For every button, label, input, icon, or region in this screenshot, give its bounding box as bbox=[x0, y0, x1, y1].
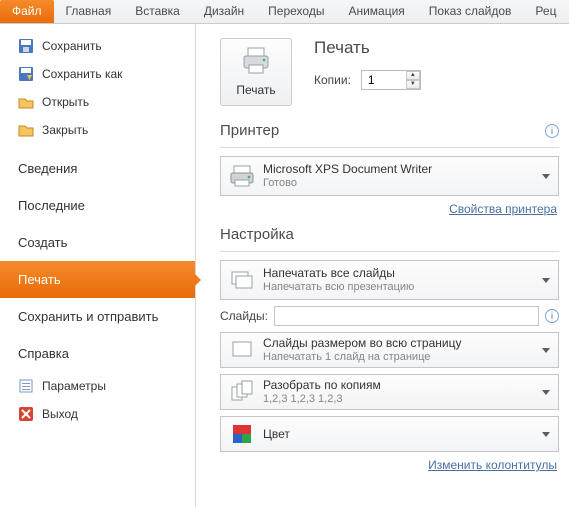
color-icon bbox=[229, 421, 255, 447]
print-button-label: Печать bbox=[227, 83, 285, 97]
backstage-save-as[interactable]: Сохранить как bbox=[0, 60, 195, 88]
layout-dropdown[interactable]: Слайды размером во всю страницу Напечата… bbox=[220, 332, 559, 368]
backstage-exit[interactable]: Выход bbox=[0, 400, 195, 428]
tab-home[interactable]: Главная bbox=[54, 0, 124, 23]
backstage-options-label: Параметры bbox=[42, 379, 106, 393]
printer-info-icon[interactable]: i bbox=[545, 124, 559, 138]
chevron-down-icon bbox=[542, 174, 550, 179]
collate-sub: 1,2,3 1,2,3 1,2,3 bbox=[263, 392, 381, 406]
print-button[interactable]: Печать bbox=[220, 38, 292, 106]
collate-title: Разобрать по копиям bbox=[263, 378, 381, 392]
tab-animations[interactable]: Анимация bbox=[336, 0, 416, 23]
exit-icon bbox=[18, 406, 34, 422]
edit-header-footer-link[interactable]: Изменить колонтитулы bbox=[428, 458, 557, 472]
print-what-dropdown[interactable]: Напечатать все слайды Напечатать всю пре… bbox=[220, 260, 559, 300]
tab-insert[interactable]: Вставка bbox=[123, 0, 192, 23]
printer-heading: Принтер bbox=[220, 122, 279, 139]
folder-open-icon bbox=[18, 94, 34, 110]
tab-review[interactable]: Рец bbox=[523, 0, 568, 23]
folder-close-icon bbox=[18, 122, 34, 138]
backstage-help[interactable]: Справка bbox=[0, 335, 195, 372]
chevron-down-icon bbox=[542, 390, 550, 395]
backstage-share[interactable]: Сохранить и отправить bbox=[0, 298, 195, 335]
printer-properties-link[interactable]: Свойства принтера bbox=[449, 202, 557, 216]
backstage-recent[interactable]: Последние bbox=[0, 187, 195, 224]
backstage-menu: Сохранить Сохранить как Открыть Закрыть … bbox=[0, 24, 196, 507]
backstage-close-label: Закрыть bbox=[42, 123, 88, 137]
tab-file[interactable]: Файл bbox=[0, 0, 54, 23]
printer-dropdown[interactable]: Microsoft XPS Document Writer Готово bbox=[220, 156, 559, 196]
layout-sub: Напечатать 1 слайд на странице bbox=[263, 350, 461, 364]
tab-transitions[interactable]: Переходы bbox=[256, 0, 336, 23]
layout-icon bbox=[229, 337, 255, 363]
collate-icon bbox=[229, 379, 255, 405]
chevron-down-icon bbox=[542, 348, 550, 353]
save-icon bbox=[18, 38, 34, 54]
tab-slideshow[interactable]: Показ слайдов bbox=[417, 0, 524, 23]
print-what-sub: Напечатать всю презентацию bbox=[263, 280, 414, 294]
copies-label: Копии: bbox=[314, 73, 351, 87]
options-icon bbox=[18, 378, 34, 394]
backstage-new[interactable]: Создать bbox=[0, 224, 195, 261]
slides-input[interactable] bbox=[274, 306, 539, 326]
printer-status: Готово bbox=[263, 176, 432, 190]
backstage-save-label: Сохранить bbox=[42, 39, 102, 53]
color-title: Цвет bbox=[263, 427, 290, 441]
collate-dropdown[interactable]: Разобрать по копиям 1,2,3 1,2,3 1,2,3 bbox=[220, 374, 559, 410]
color-dropdown[interactable]: Цвет bbox=[220, 416, 559, 452]
backstage-open[interactable]: Открыть bbox=[0, 88, 195, 116]
tab-design[interactable]: Дизайн bbox=[192, 0, 256, 23]
print-section-title: Печать bbox=[314, 38, 421, 58]
backstage-options[interactable]: Параметры bbox=[0, 372, 195, 400]
slides-label: Слайды: bbox=[220, 309, 268, 323]
backstage-close[interactable]: Закрыть bbox=[0, 116, 195, 144]
ribbon-tabs: Файл Главная Вставка Дизайн Переходы Ани… bbox=[0, 0, 569, 24]
print-what-title: Напечатать все слайды bbox=[263, 266, 414, 280]
slides-info-icon[interactable]: i bbox=[545, 309, 559, 323]
copies-up-icon[interactable]: ▲ bbox=[406, 71, 420, 80]
backstage-open-label: Открыть bbox=[42, 95, 89, 109]
printer-icon bbox=[227, 47, 285, 75]
backstage-save[interactable]: Сохранить bbox=[0, 32, 195, 60]
copies-down-icon[interactable]: ▼ bbox=[406, 80, 420, 89]
settings-heading: Настройка bbox=[220, 226, 294, 243]
backstage-print[interactable]: Печать bbox=[0, 261, 195, 298]
backstage-exit-label: Выход bbox=[42, 407, 78, 421]
backstage-info[interactable]: Сведения bbox=[0, 150, 195, 187]
printer-name: Microsoft XPS Document Writer bbox=[263, 162, 432, 176]
printer-device-icon bbox=[229, 163, 255, 189]
print-pane: Печать Печать Копии: ▲ ▼ Принтер bbox=[196, 24, 569, 507]
backstage-save-as-label: Сохранить как bbox=[42, 67, 122, 81]
slides-all-icon bbox=[229, 267, 255, 293]
save-as-icon bbox=[18, 66, 34, 82]
chevron-down-icon bbox=[542, 432, 550, 437]
chevron-down-icon bbox=[542, 278, 550, 283]
layout-title: Слайды размером во всю страницу bbox=[263, 336, 461, 350]
copies-spinner[interactable]: ▲ ▼ bbox=[361, 70, 421, 90]
